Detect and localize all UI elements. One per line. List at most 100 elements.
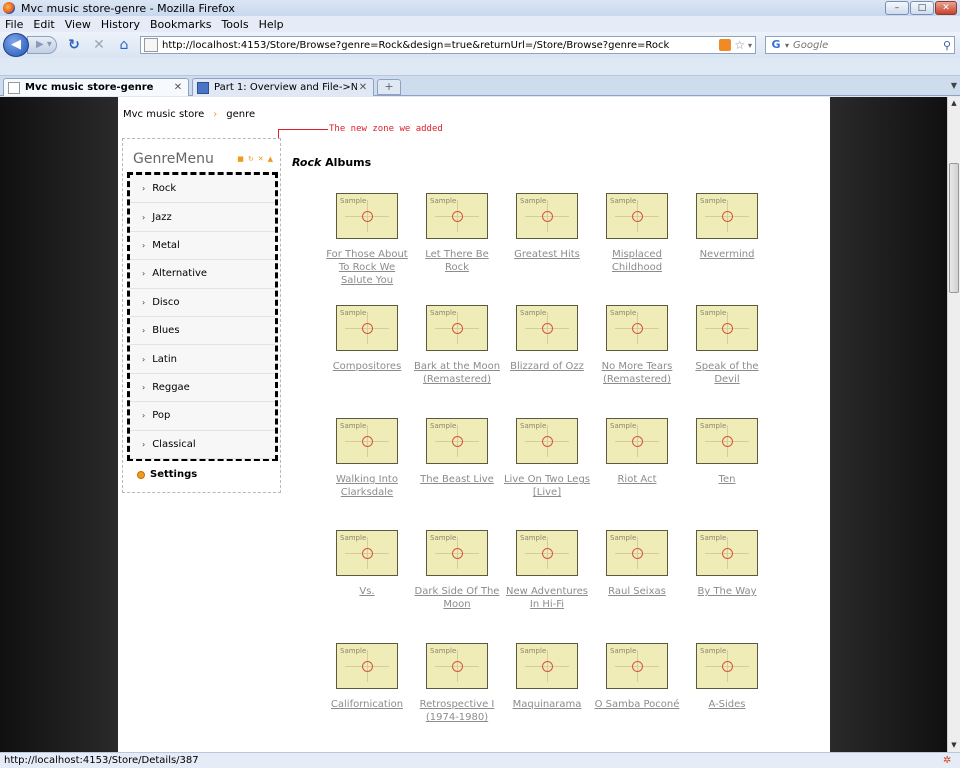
tab-list-icon[interactable]: ▼ — [951, 81, 957, 90]
genre-item-rock[interactable]: › Rock — [130, 175, 275, 204]
stop-icon[interactable]: ✕ — [91, 37, 107, 53]
album-title-link[interactable]: Riot Act — [592, 473, 682, 486]
tab-part1-overview[interactable]: Part 1: Overview and File->New Pro... ✕ — [192, 78, 374, 96]
album-thumbnail[interactable]: Sample — [516, 305, 578, 351]
menu-history[interactable]: History — [96, 18, 145, 31]
menu-help[interactable]: Help — [254, 18, 289, 31]
album-item[interactable]: Sample Riot Act — [592, 418, 682, 486]
menu-view[interactable]: View — [60, 18, 96, 31]
album-thumbnail[interactable]: Sample — [696, 418, 758, 464]
settings-link[interactable]: Settings — [137, 469, 197, 480]
url-bar[interactable]: http://localhost:4153/Store/Browse?genre… — [140, 36, 756, 54]
album-title-link[interactable]: Compositores — [322, 360, 412, 373]
album-item[interactable]: Sample Bark at the Moon (Remastered) — [412, 305, 502, 386]
album-item[interactable]: Sample The Beast Live — [412, 418, 502, 486]
album-item[interactable]: Sample Raul Seixas — [592, 530, 682, 598]
tab-close-icon[interactable]: ✕ — [357, 82, 369, 93]
save-icon[interactable]: ■ — [237, 155, 244, 163]
search-engine-dropdown-icon[interactable]: ▾ — [785, 41, 789, 50]
album-thumbnail[interactable]: Sample — [426, 418, 488, 464]
album-title-link[interactable]: New Adventures In Hi-Fi — [502, 585, 592, 611]
album-title-link[interactable]: A-Sides — [682, 698, 772, 711]
album-title-link[interactable]: The Beast Live — [412, 473, 502, 486]
album-title-link[interactable]: Raul Seixas — [592, 585, 682, 598]
forward-button[interactable]: ▶ ▾ — [27, 36, 57, 54]
refresh-icon[interactable]: ↻ — [248, 155, 254, 163]
album-thumbnail[interactable]: Sample — [696, 193, 758, 239]
album-title-link[interactable]: By The Way — [682, 585, 772, 598]
album-thumbnail[interactable]: Sample — [606, 418, 668, 464]
album-thumbnail[interactable]: Sample — [606, 530, 668, 576]
genre-item-classical[interactable]: › Classical — [130, 431, 275, 459]
album-thumbnail[interactable]: Sample — [516, 643, 578, 689]
album-item[interactable]: Sample New Adventures In Hi-Fi — [502, 530, 592, 611]
album-thumbnail[interactable]: Sample — [336, 193, 398, 239]
menu-edit[interactable]: Edit — [28, 18, 59, 31]
album-thumbnail[interactable]: Sample — [336, 530, 398, 576]
genre-item-blues[interactable]: › Blues — [130, 317, 275, 346]
album-thumbnail[interactable]: Sample — [426, 193, 488, 239]
menu-bookmarks[interactable]: Bookmarks — [145, 18, 216, 31]
url-dropdown-icon[interactable]: ▾ — [748, 41, 752, 50]
genre-item-latin[interactable]: › Latin — [130, 345, 275, 374]
url-text[interactable]: http://localhost:4153/Store/Browse?genre… — [162, 40, 719, 51]
menu-tools[interactable]: Tools — [216, 18, 253, 31]
album-item[interactable]: Sample Retrospective I (1974-1980) — [412, 643, 502, 724]
genre-item-alternative[interactable]: › Alternative — [130, 260, 275, 289]
album-item[interactable]: Sample Dark Side Of The Moon — [412, 530, 502, 611]
album-thumbnail[interactable]: Sample — [336, 305, 398, 351]
search-icon[interactable]: ⚲ — [943, 39, 951, 52]
album-thumbnail[interactable]: Sample — [336, 418, 398, 464]
album-title-link[interactable]: Maquinarama — [502, 698, 592, 711]
maximize-button[interactable]: □ — [910, 1, 934, 15]
album-title-link[interactable]: Nevermind — [682, 248, 772, 261]
search-input[interactable] — [793, 39, 934, 51]
genre-item-jazz[interactable]: › Jazz — [130, 203, 275, 232]
tab-mvc-music-store[interactable]: Mvc music store-genre ✕ — [3, 78, 189, 96]
album-title-link[interactable]: Greatest Hits — [502, 248, 592, 261]
album-thumbnail[interactable]: Sample — [696, 530, 758, 576]
album-item[interactable]: Sample Nevermind — [682, 193, 772, 261]
album-thumbnail[interactable]: Sample — [426, 530, 488, 576]
remove-icon[interactable]: ✕ — [258, 155, 264, 163]
album-thumbnail[interactable]: Sample — [696, 643, 758, 689]
album-title-link[interactable]: Live On Two Legs [Live] — [502, 473, 592, 499]
rss-feed-icon[interactable] — [719, 39, 732, 51]
addon-icon[interactable]: ✲ — [943, 755, 954, 766]
google-icon[interactable]: G — [769, 38, 783, 52]
album-item[interactable]: Sample O Samba Poconé — [592, 643, 682, 711]
album-title-link[interactable]: Bark at the Moon (Remastered) — [412, 360, 502, 386]
genre-item-metal[interactable]: › Metal — [130, 232, 275, 261]
reload-icon[interactable]: ↻ — [66, 37, 82, 53]
search-bar[interactable]: G ▾ ⚲ — [765, 36, 955, 54]
menu-file[interactable]: File — [0, 18, 28, 31]
album-item[interactable]: Sample By The Way — [682, 530, 772, 598]
album-title-link[interactable]: Speak of the Devil — [682, 360, 772, 386]
album-item[interactable]: Sample Live On Two Legs [Live] — [502, 418, 592, 499]
album-title-link[interactable]: Ten — [682, 473, 772, 486]
genre-item-pop[interactable]: › Pop — [130, 402, 275, 431]
album-title-link[interactable]: Dark Side Of The Moon — [412, 585, 502, 611]
album-item[interactable]: Sample Blizzard of Ozz — [502, 305, 592, 373]
album-item[interactable]: Sample Ten — [682, 418, 772, 486]
vertical-scrollbar[interactable]: ▲ ▼ — [947, 97, 960, 752]
album-thumbnail[interactable]: Sample — [336, 643, 398, 689]
genre-item-reggae[interactable]: › Reggae — [130, 374, 275, 403]
back-button[interactable]: ◀ — [3, 33, 29, 57]
album-thumbnail[interactable]: Sample — [426, 305, 488, 351]
album-title-link[interactable]: Vs. — [322, 585, 412, 598]
album-thumbnail[interactable]: Sample — [696, 305, 758, 351]
album-item[interactable]: Sample Speak of the Devil — [682, 305, 772, 386]
genre-item-disco[interactable]: › Disco — [130, 289, 275, 317]
album-title-link[interactable]: Walking Into Clarksdale — [322, 473, 412, 499]
album-title-link[interactable]: No More Tears (Remastered) — [592, 360, 682, 386]
scroll-down-icon[interactable]: ▼ — [948, 739, 960, 752]
new-tab-button[interactable]: + — [377, 79, 401, 95]
album-item[interactable]: Sample Maquinarama — [502, 643, 592, 711]
breadcrumb-root[interactable]: Mvc music store — [123, 109, 204, 120]
album-item[interactable]: Sample Walking Into Clarksdale — [322, 418, 412, 499]
album-item[interactable]: Sample Misplaced Childhood — [592, 193, 682, 274]
album-item[interactable]: Sample A-Sides — [682, 643, 772, 711]
album-title-link[interactable]: Californication — [322, 698, 412, 711]
album-title-link[interactable]: Blizzard of Ozz — [502, 360, 592, 373]
